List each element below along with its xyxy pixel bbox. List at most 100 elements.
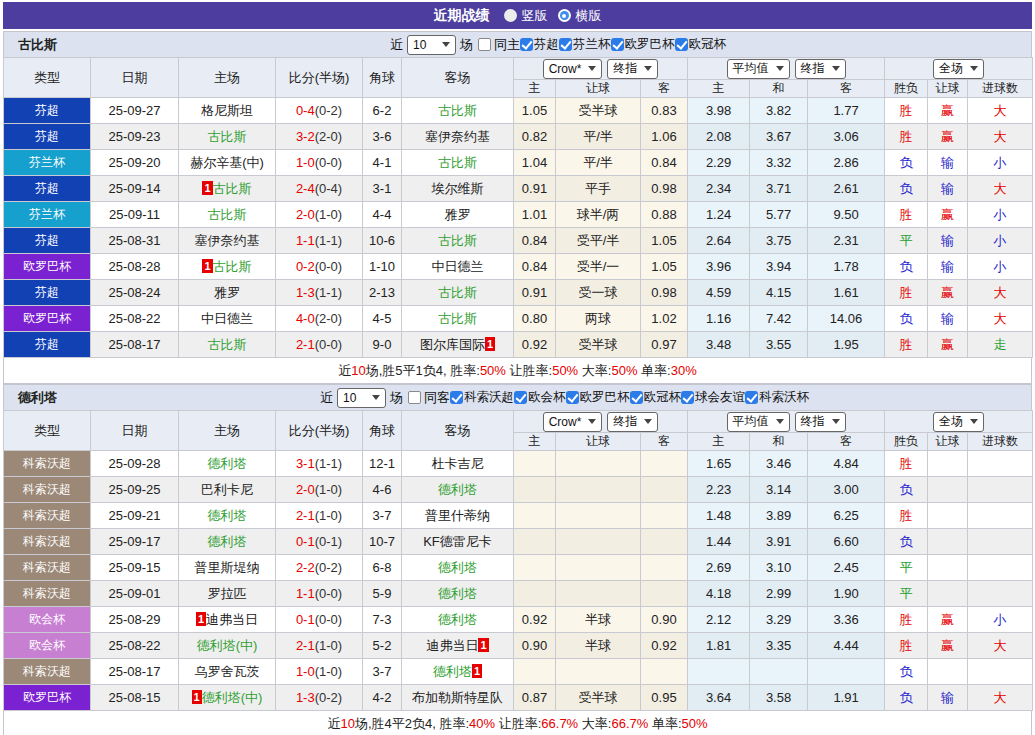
league-filter[interactable]: 科索沃杯	[745, 389, 809, 406]
ah-away-odds	[641, 555, 688, 581]
league-filter[interactable]: 芬超	[520, 36, 559, 53]
score: 2-2(0-2)	[276, 555, 363, 581]
checked-checkbox-icon[interactable]	[630, 391, 643, 404]
avg-select[interactable]: 平均值	[727, 59, 790, 79]
team-label: 罗拉匹	[208, 586, 247, 601]
chevron-down-icon	[970, 419, 978, 424]
col-ah-away: 客	[641, 433, 688, 451]
league-filter[interactable]: 芬兰杯	[559, 36, 611, 53]
team-label: 乌罗舍瓦茨	[195, 664, 260, 679]
radio-vertical-icon[interactable]	[504, 9, 517, 22]
eu-away-odds: 4.44	[808, 633, 885, 659]
same-venue-checkbox[interactable]	[478, 38, 491, 51]
result-handicap	[928, 581, 968, 607]
league-filter[interactable]: 欧罗巴杯	[611, 36, 675, 53]
summary-stat-value: 50%	[611, 363, 637, 378]
score: 3-2(2-0)	[276, 124, 363, 150]
ah-line	[556, 529, 641, 555]
col-res-wl: 胜负	[885, 433, 928, 451]
ah-line	[556, 659, 641, 685]
away-team: 雅罗	[402, 202, 514, 228]
avg-select[interactable]: 平均值	[727, 412, 790, 432]
eu-home-odds: 3.64	[688, 685, 750, 711]
summary-text: 近	[327, 715, 340, 733]
league-filter[interactable]: 球会友谊	[681, 389, 745, 406]
ah-away-odds	[641, 477, 688, 503]
result-goals	[968, 555, 1033, 581]
radio-vertical-option[interactable]: 竖版	[504, 7, 548, 25]
corner-score: 6-2	[363, 98, 402, 124]
match-row: 芬超25-08-24雅罗1-3(1-1)2-13古比斯0.91受一球0.984.…	[4, 280, 1033, 306]
ah-away-odds: 0.83	[641, 98, 688, 124]
radio-horizontal-icon[interactable]	[558, 9, 571, 22]
match-row: 芬超25-08-31塞伊奈约基1-1(1-1)10-6古比斯0.84受平/半1.…	[4, 228, 1033, 254]
section-header: 德利塔 近 10 场 同客 科索沃超欧会杯欧罗巴杯欧冠杯球会友谊科索沃杯	[3, 384, 1032, 410]
chevron-down-icon	[832, 66, 840, 71]
result-goals	[968, 581, 1033, 607]
score: 1-0(1-0)	[276, 659, 363, 685]
away-team: 图尔库国际1	[402, 332, 514, 358]
eu-draw-odds: 3.46	[750, 451, 808, 477]
games-count-select[interactable]: 10	[337, 388, 386, 408]
match-row: 芬兰杯25-09-20赫尔辛基(中)1-0(0-0)4-1古比斯1.04平/半0…	[4, 150, 1033, 176]
red-card-badge: 1	[196, 612, 206, 626]
team-label: 迪弗当日	[206, 612, 258, 627]
checked-checkbox-icon[interactable]	[450, 391, 463, 404]
eu-draw-odds: 4.15	[750, 280, 808, 306]
eu-final-select[interactable]: 终指	[795, 59, 846, 79]
league-filter[interactable]: 欧罗巴杯	[566, 389, 630, 406]
ah-final-select[interactable]: 终指	[607, 412, 658, 432]
match-date: 25-08-22	[91, 306, 179, 332]
col-ah-line: 让球	[556, 80, 641, 98]
team-label: 德利塔	[438, 482, 477, 497]
corner-score: 10-6	[363, 228, 402, 254]
team-name: 德利塔	[4, 389, 57, 407]
checked-checkbox-icon[interactable]	[566, 391, 579, 404]
eu-final-select[interactable]: 终指	[795, 412, 846, 432]
checked-checkbox-icon[interactable]	[675, 38, 688, 51]
eu-draw-odds: 3.10	[750, 555, 808, 581]
bookmaker-select[interactable]: Crow*	[543, 59, 603, 79]
result-group: 全场	[885, 411, 1033, 433]
team-label: 古比斯	[208, 207, 247, 222]
red-card-badge: 1	[202, 181, 212, 195]
match-row: 科索沃超25-08-17乌罗舍瓦茨1-0(1-0)3-7德利塔1负	[4, 659, 1033, 685]
league-filter[interactable]: 欧冠杯	[630, 389, 682, 406]
league-badge: 芬兰杯	[4, 150, 91, 176]
eu-away-odds: 14.06	[808, 306, 885, 332]
ah-home-odds: 0.84	[514, 254, 556, 280]
team-label: 雅罗	[445, 207, 471, 222]
corner-score: 4-1	[363, 150, 402, 176]
league-filter[interactable]: 科索沃超	[450, 389, 514, 406]
league-badge: 科索沃超	[4, 581, 91, 607]
result-group: 全场	[885, 58, 1033, 80]
page-title: 近期战绩	[434, 7, 490, 25]
team-label: 德利塔	[438, 560, 477, 575]
league-filter[interactable]: 欧会杯	[514, 389, 566, 406]
checked-checkbox-icon[interactable]	[681, 391, 694, 404]
same-venue-checkbox[interactable]	[408, 391, 421, 404]
eu-home-odds: 2.29	[688, 150, 750, 176]
ah-final-select[interactable]: 终指	[607, 59, 658, 79]
league-filter-label: 欧罗巴杯	[625, 36, 675, 53]
result-winlose: 负	[885, 176, 928, 202]
bookmaker-select[interactable]: Crow*	[543, 412, 603, 432]
result-winlose: 负	[885, 306, 928, 332]
away-team: 古比斯	[402, 306, 514, 332]
away-team: 普里什蒂纳	[402, 503, 514, 529]
checked-checkbox-icon[interactable]	[611, 38, 624, 51]
checked-checkbox-icon[interactable]	[745, 391, 758, 404]
scope-select[interactable]: 全场	[933, 59, 984, 79]
checked-checkbox-icon[interactable]	[520, 38, 533, 51]
chevron-down-icon	[588, 66, 596, 71]
result-goals: 走	[968, 332, 1033, 358]
away-team: 德利塔	[402, 555, 514, 581]
team-label: 中日德兰	[432, 259, 484, 274]
checked-checkbox-icon[interactable]	[559, 38, 572, 51]
games-count-select[interactable]: 10	[407, 35, 456, 55]
radio-horizontal-option[interactable]: 横版	[558, 7, 602, 25]
scope-select[interactable]: 全场	[933, 412, 984, 432]
league-filter[interactable]: 欧冠杯	[675, 36, 727, 53]
checked-checkbox-icon[interactable]	[514, 391, 527, 404]
ah-home-odds	[514, 555, 556, 581]
